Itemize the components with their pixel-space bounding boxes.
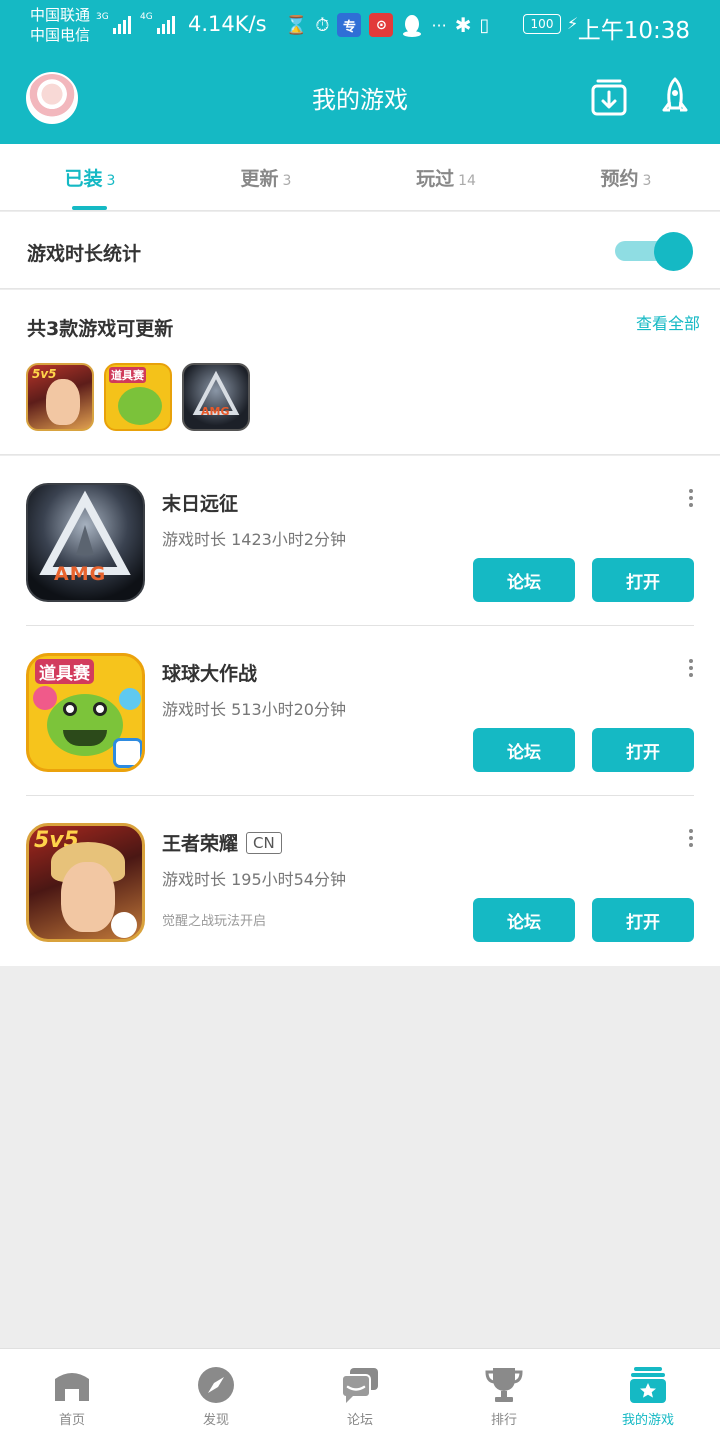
nav-home[interactable]: 首页 xyxy=(0,1349,144,1440)
updates-section: 共3款游戏可更新 查看全部 5v5 道具赛 AMG xyxy=(0,290,720,455)
compass-icon xyxy=(198,1367,234,1403)
tab-bar: 已装 3 更新 3 玩过 14 预约 3 xyxy=(0,144,720,211)
game-list: AMG 末日远征 游戏时长 1423小时2分钟 论坛 打开 道具赛 球球大作战 … xyxy=(0,456,720,966)
blue-ball-art xyxy=(119,688,141,710)
amg-triangle-art xyxy=(192,370,240,415)
status-bar: 中国联通 中国电信 3G 4G 4.14K/s ⌛ ⏱ 专 ⊙ ··· ✱ ▯ … xyxy=(0,0,720,50)
game-icon-honor-of-kings[interactable]: 5v5 xyxy=(26,823,145,942)
status-icons: ⌛ ⏱ 专 ⊙ ··· ✱ ▯ xyxy=(285,12,489,38)
carrier-2: 中国电信 xyxy=(30,26,91,44)
badge-logo xyxy=(111,912,137,938)
toggle-knob[interactable] xyxy=(654,232,693,271)
chat-icon xyxy=(341,1368,378,1403)
open-button[interactable]: 打开 xyxy=(592,898,694,942)
nav-ranking[interactable]: 排行 xyxy=(432,1349,576,1440)
game-playtime: 游戏时长 195小时54分钟 xyxy=(162,870,346,889)
list-item: 5v5 王者荣耀 CN 游戏时长 195小时54分钟 觉醒之战玩法开启 论坛 打开 xyxy=(0,796,720,966)
game-note: 觉醒之战玩法开启 xyxy=(162,914,267,929)
game-playtime: 游戏时长 513小时20分钟 xyxy=(162,700,346,719)
nav-forum[interactable]: 论坛 xyxy=(288,1349,432,1440)
updates-title: 共3款游戏可更新 xyxy=(27,318,174,340)
open-button[interactable]: 打开 xyxy=(592,728,694,772)
timer-icon: ⏱ xyxy=(315,14,330,36)
signal-icon-1: 3G xyxy=(96,12,131,34)
game-icon-amg[interactable]: AMG xyxy=(26,483,145,602)
game-playtime: 游戏时长 1423小时2分钟 xyxy=(162,530,346,549)
tab-updates[interactable]: 更新 3 xyxy=(176,164,356,191)
tab-installed[interactable]: 已装 3 xyxy=(0,164,180,191)
game-name: 末日远征 xyxy=(162,493,239,515)
more-options-icon[interactable] xyxy=(686,659,696,679)
carrier-names: 中国联通 中国电信 xyxy=(30,5,90,45)
monster-eye-art xyxy=(93,702,107,716)
open-button[interactable]: 打开 xyxy=(592,558,694,602)
vibrate-icon: ▯ xyxy=(479,14,490,36)
bottom-nav: 首页 发现 论坛 排行 我的游戏 xyxy=(0,1348,720,1440)
hourglass-icon: ⌛ xyxy=(285,14,308,36)
monster-eye-art xyxy=(63,702,77,716)
update-thumb-honor-of-kings[interactable]: 5v5 xyxy=(26,363,94,431)
forum-button[interactable]: 论坛 xyxy=(473,898,575,942)
signal-icon-2: 4G xyxy=(140,12,175,34)
list-item: AMG 末日远征 游戏时长 1423小时2分钟 论坛 打开 xyxy=(0,456,720,626)
more-options-icon[interactable] xyxy=(686,829,696,849)
netease-icon: ⊙ xyxy=(369,13,394,37)
region-tag: CN xyxy=(246,832,282,854)
view-all-link[interactable]: 查看全部 xyxy=(636,310,700,334)
network-speed: 4.14K/s xyxy=(188,12,267,36)
qq-icon xyxy=(403,15,422,37)
more-options-icon[interactable] xyxy=(686,489,696,509)
download-icon[interactable] xyxy=(590,76,628,118)
tab-played[interactable]: 玩过 14 xyxy=(356,164,536,191)
bluetooth-icon: ✱ xyxy=(454,13,472,37)
game-icon-ball-battle[interactable]: 道具赛 xyxy=(26,653,145,772)
forum-button[interactable]: 论坛 xyxy=(473,558,575,602)
badge-logo xyxy=(113,738,142,768)
game-name: 球球大作战 xyxy=(162,663,258,685)
tab-reserved[interactable]: 预约 3 xyxy=(536,164,716,191)
playtime-stats-row: 游戏时长统计 xyxy=(0,212,720,289)
rocket-icon[interactable] xyxy=(660,76,690,118)
forum-button[interactable]: 论坛 xyxy=(473,728,575,772)
more-dots-icon: ··· xyxy=(431,15,447,35)
list-item: 道具赛 球球大作战 游戏时长 513小时20分钟 论坛 打开 xyxy=(0,626,720,796)
home-icon xyxy=(55,1373,89,1401)
update-thumb-amg[interactable]: AMG xyxy=(182,363,250,431)
green-monster-art xyxy=(118,387,162,425)
face-art xyxy=(46,379,80,425)
face-art xyxy=(61,862,115,932)
nav-my-games[interactable]: 我的游戏 xyxy=(576,1349,720,1440)
update-thumb-ball-battle[interactable]: 道具赛 xyxy=(104,363,172,431)
green-monster-art xyxy=(47,694,123,756)
trophy-icon xyxy=(485,1368,523,1402)
playtime-stats-label: 游戏时长统计 xyxy=(27,243,142,265)
tab-indicator xyxy=(72,206,107,210)
nav-discover[interactable]: 发现 xyxy=(144,1349,288,1440)
app-header: 我的游戏 xyxy=(0,50,720,144)
app-notification-icon: 专 xyxy=(337,13,362,37)
clock: 上午10:38 xyxy=(577,18,690,44)
my-games-icon xyxy=(630,1367,666,1403)
game-name: 王者荣耀 CN xyxy=(162,829,282,856)
charging-icon: ⚡ xyxy=(567,14,579,33)
battery-icon: 100 xyxy=(523,14,561,34)
carrier-1: 中国联通 xyxy=(30,6,91,24)
